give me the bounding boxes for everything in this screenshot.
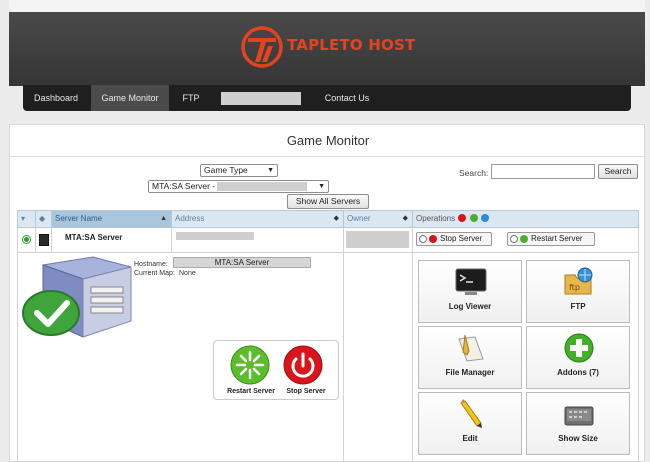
owner-redacted — [346, 231, 409, 248]
file-manager-tile[interactable]: File Manager — [418, 326, 522, 389]
game-type-value: Game Type — [204, 165, 248, 175]
main-nav: Dashboard Game Monitor FTP Contact Us — [23, 85, 631, 111]
server-select[interactable]: MTA:SA Server - ▼ — [148, 180, 329, 193]
server-controls: Restart Server Stop Server — [213, 340, 339, 400]
hard-drive-icon — [564, 406, 594, 426]
column-divider — [343, 228, 344, 252]
address-redacted — [176, 232, 254, 240]
search-button[interactable]: Search — [598, 164, 638, 179]
restart-server-label: Restart Server — [531, 234, 583, 243]
stop-server-control[interactable] — [283, 345, 323, 385]
start-all-icon[interactable] — [469, 214, 478, 222]
site-header: TAPLETO HOST — [9, 12, 645, 86]
info-icon[interactable] — [480, 214, 489, 222]
nav-redacted-item[interactable] — [221, 92, 301, 105]
column-icon-sort[interactable]: ◆ — [36, 211, 52, 227]
page-title: Game Monitor — [286, 133, 370, 148]
ftp-folder-icon: ftp — [564, 267, 593, 295]
caret-down-icon: ▾ — [21, 214, 26, 223]
column-owner[interactable]: Owner ◆ — [344, 211, 413, 227]
sort-icon: ◆ — [333, 215, 339, 222]
nav-game-monitor[interactable]: Game Monitor — [91, 85, 169, 111]
addons-label: Addons (7) — [557, 368, 599, 377]
log-viewer-tile[interactable]: Log Viewer — [418, 260, 522, 323]
status-indicator[interactable] — [22, 235, 31, 244]
server-select-value: MTA:SA Server - — [152, 181, 216, 191]
restart-icon — [520, 235, 528, 243]
ftp-label: FTP — [570, 302, 586, 311]
column-divider — [51, 228, 52, 252]
search-label: Search: — [459, 168, 489, 178]
column-server-name-label: Server Name — [55, 214, 103, 223]
top-strip — [9, 0, 645, 12]
game-icon — [39, 234, 49, 246]
ftp-tile[interactable]: ftp FTP — [526, 260, 630, 323]
restart-burst-icon — [230, 345, 270, 385]
nav-ftp[interactable]: FTP — [173, 85, 209, 111]
sort-icon: ◆ — [402, 215, 408, 222]
current-map-label: Current Map: — [134, 270, 175, 277]
column-address-label: Address — [175, 214, 205, 223]
column-divider — [412, 228, 413, 252]
search-input[interactable] — [491, 164, 595, 179]
brand-name: TAPLETO HOST — [287, 36, 416, 54]
svg-text:ftp: ftp — [569, 283, 580, 292]
table-header: ▾ ◆ Server Name ▲ Address ◆ Owner ◆ Oper… — [17, 210, 639, 228]
table-row[interactable]: MTA:SA Server Stop Server Restart Server — [17, 228, 639, 253]
column-operations: Operations — [413, 211, 639, 227]
column-operations-label: Operations — [416, 214, 456, 223]
column-owner-label: Owner — [347, 214, 371, 223]
stop-server-caption: Stop Server — [286, 388, 326, 395]
file-manager-label: File Manager — [445, 368, 495, 377]
restart-radio[interactable] — [510, 235, 518, 243]
power-icon — [429, 235, 437, 243]
show-size-label: Show Size — [558, 434, 598, 443]
stop-all-icon[interactable] — [458, 214, 467, 222]
stop-server-label: Stop Server — [440, 234, 483, 243]
nav-contact-us[interactable]: Contact Us — [315, 85, 379, 111]
tapleto-logo-icon — [241, 26, 283, 68]
edit-tile[interactable]: Edit — [418, 392, 522, 455]
show-size-tile[interactable]: Show Size — [526, 392, 630, 455]
column-server-name[interactable]: Server Name ▲ — [52, 211, 172, 227]
column-divider — [35, 228, 36, 252]
column-status-toggle[interactable]: ▾ — [18, 211, 36, 227]
terminal-icon — [455, 268, 487, 295]
hostname-value: MTA:SA Server — [173, 257, 311, 268]
server-name[interactable]: MTA:SA Server — [65, 233, 122, 242]
column-divider — [412, 253, 413, 462]
column-address[interactable]: Address ◆ — [172, 211, 344, 227]
game-type-select[interactable]: Game Type ▼ — [200, 164, 278, 177]
show-all-servers-button[interactable]: Show All Servers — [287, 194, 369, 209]
pencil-icon — [460, 399, 482, 428]
add-icon — [564, 333, 594, 363]
hostname-label: Hostname: — [134, 261, 168, 268]
title-divider — [10, 156, 646, 157]
restart-server-control[interactable] — [230, 345, 270, 385]
stop-power-icon — [283, 345, 323, 385]
brand-logo[interactable]: TAPLETO HOST — [238, 22, 458, 72]
server-select-redacted — [217, 182, 308, 192]
chevron-down-icon: ▼ — [267, 167, 274, 174]
main-content: Game Monitor Game Type ▼ MTA:SA Server -… — [9, 124, 646, 462]
current-map-value: None — [179, 270, 196, 277]
file-manager-icon — [458, 334, 484, 362]
stop-radio[interactable] — [419, 235, 427, 243]
addons-tile[interactable]: Addons (7) — [526, 326, 630, 389]
column-divider — [343, 253, 344, 462]
chevron-down-icon: ▼ — [318, 183, 325, 190]
sort-asc-icon: ▲ — [160, 215, 167, 222]
stop-server-button[interactable]: Stop Server — [416, 232, 492, 246]
column-divider — [171, 228, 172, 252]
nav-dashboard[interactable]: Dashboard — [23, 85, 89, 111]
log-viewer-label: Log Viewer — [448, 302, 492, 311]
server-online-icon — [22, 256, 132, 338]
edit-label: Edit — [462, 434, 478, 443]
sort-icon: ◆ — [39, 214, 46, 223]
restart-server-button[interactable]: Restart Server — [507, 232, 595, 246]
